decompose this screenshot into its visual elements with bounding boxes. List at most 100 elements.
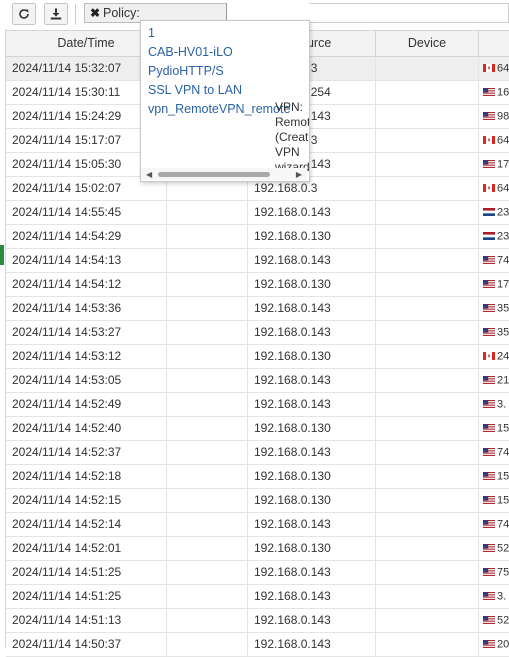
cell-source: 192.168.0.130: [248, 273, 376, 296]
cell-user: [167, 561, 248, 584]
table-row[interactable]: 2024/11/14 14:54:29 192.168.0.130 23: [6, 225, 509, 249]
cell-device: [376, 609, 479, 632]
cell-source: 192.168.0.143: [248, 297, 376, 320]
cell-user: [167, 345, 248, 368]
destination-value: 3.: [497, 398, 507, 411]
cell-device: [376, 153, 479, 176]
table-row[interactable]: 2024/11/14 14:50:37 192.168.0.143 20: [6, 633, 509, 657]
cell-user: [167, 489, 248, 512]
filter-bar-extension[interactable]: [309, 3, 509, 23]
cell-source: 192.168.0.143: [248, 513, 376, 536]
table-row[interactable]: 2024/11/14 14:54:13 192.168.0.143 74: [6, 249, 509, 273]
cell-device: [376, 585, 479, 608]
cell-user: [167, 297, 248, 320]
column-header-device[interactable]: Device: [376, 31, 479, 56]
cell-device: [376, 297, 479, 320]
suggestion-item[interactable]: 1: [148, 26, 155, 40]
cell-device: [376, 129, 479, 152]
destination-value: 23: [497, 230, 509, 243]
destination-value: 23: [497, 206, 509, 219]
column-header-destination[interactable]: [479, 31, 509, 56]
country-flag-icon: [483, 397, 497, 411]
country-flag-icon: [483, 85, 497, 99]
cell-source: 192.168.0.130: [248, 537, 376, 560]
table-row[interactable]: 2024/11/14 14:52:14 192.168.0.143 74: [6, 513, 509, 537]
destination-value: 64: [497, 62, 509, 75]
cell-source: 192.168.0.143: [248, 561, 376, 584]
dropdown-horizontal-scrollbar[interactable]: ◀ ▶: [141, 168, 307, 180]
table-row[interactable]: 2024/11/14 14:52:49 192.168.0.143 3.: [6, 393, 509, 417]
policy-suggestions-dropdown: 1 CAB-HV01-iLO PydioHTTP/S SSL VPN to LA…: [140, 20, 310, 182]
table-row[interactable]: 2024/11/14 14:53:36 192.168.0.143 35: [6, 297, 509, 321]
cell-datetime: 2024/11/14 14:52:01: [6, 537, 167, 560]
country-flag-icon: [483, 589, 497, 603]
suggestion-item[interactable]: PydioHTTP/S: [148, 64, 224, 78]
scroll-left-icon[interactable]: ◀: [146, 170, 152, 179]
destination-value: 52: [497, 542, 509, 555]
table-row[interactable]: 2024/11/14 14:52:15 192.168.0.130 15: [6, 489, 509, 513]
table-row[interactable]: 2024/11/14 14:52:18 192.168.0.130 15: [6, 465, 509, 489]
country-flag-icon: [483, 445, 497, 459]
table-row[interactable]: 2024/11/14 14:53:27 192.168.0.143 35: [6, 321, 509, 345]
cell-destination: 17: [479, 153, 509, 176]
cell-destination: 64: [479, 57, 509, 80]
cell-datetime: 2024/11/14 14:54:29: [6, 225, 167, 248]
cell-user: [167, 225, 248, 248]
table-row[interactable]: 2024/11/14 14:51:25 192.168.0.143 75: [6, 561, 509, 585]
suggestion-item[interactable]: SSL VPN to LAN: [148, 83, 242, 97]
cell-destination: 15: [479, 417, 509, 440]
table-row[interactable]: 2024/11/14 14:52:37 192.168.0.143 74: [6, 441, 509, 465]
side-indicator: [0, 245, 4, 265]
table-row[interactable]: 2024/11/14 14:55:45 192.168.0.143 23: [6, 201, 509, 225]
table-row[interactable]: 2024/11/14 14:54:12 192.168.0.130 17: [6, 273, 509, 297]
cell-source: 192.168.0.143: [248, 321, 376, 344]
refresh-button[interactable]: [12, 3, 36, 25]
cell-datetime: 2024/11/14 14:51:25: [6, 585, 167, 608]
country-flag-icon: [483, 157, 497, 171]
cell-device: [376, 465, 479, 488]
table-row[interactable]: 2024/11/14 14:53:05 192.168.0.143 21: [6, 369, 509, 393]
cell-device: [376, 393, 479, 416]
download-button[interactable]: [44, 3, 68, 25]
country-flag-icon: [483, 349, 497, 363]
cell-datetime: 2024/11/14 14:51:25: [6, 561, 167, 584]
suggestion-item[interactable]: vpn_RemoteVPN_remote: [148, 102, 290, 116]
table-row[interactable]: 2024/11/14 14:51:13 192.168.0.143 52: [6, 609, 509, 633]
cell-device: [376, 201, 479, 224]
country-flag-icon: [483, 109, 497, 123]
cell-user: [167, 537, 248, 560]
table-row[interactable]: 2024/11/14 14:52:01 192.168.0.130 52: [6, 537, 509, 561]
cell-source: 192.168.0.143: [248, 441, 376, 464]
cell-device: [376, 105, 479, 128]
cell-device: [376, 225, 479, 248]
destination-value: 24: [497, 350, 509, 363]
remove-filter-icon[interactable]: ✖: [90, 6, 100, 20]
scrollbar-thumb[interactable]: [158, 172, 270, 177]
destination-value: 17: [497, 278, 509, 291]
cell-datetime: 2024/11/14 14:53:05: [6, 369, 167, 392]
cell-source: 192.168.0.143: [248, 633, 376, 656]
cell-destination: 20: [479, 633, 509, 656]
scroll-right-icon[interactable]: ▶: [296, 170, 302, 179]
table-row[interactable]: 2024/11/14 14:52:40 192.168.0.130 15: [6, 417, 509, 441]
table-row[interactable]: 2024/11/14 14:51:25 192.168.0.143 3.: [6, 585, 509, 609]
destination-value: 64: [497, 134, 509, 147]
cell-device: [376, 537, 479, 560]
cell-device: [376, 513, 479, 536]
cell-source: 192.168.0.143: [248, 249, 376, 272]
cell-destination: 74: [479, 249, 509, 272]
suggestion-item[interactable]: CAB-HV01-iLO: [148, 45, 233, 59]
cell-user: [167, 633, 248, 656]
cell-source: 192.168.0.143: [248, 201, 376, 224]
cell-destination: 15: [479, 489, 509, 512]
table-row[interactable]: 2024/11/14 14:53:12 192.168.0.130 24: [6, 345, 509, 369]
destination-value: 16: [497, 86, 509, 99]
cell-destination: 64: [479, 177, 509, 200]
destination-value: 74: [497, 254, 509, 267]
destination-value: 15: [497, 470, 509, 483]
cell-datetime: 2024/11/14 14:54:12: [6, 273, 167, 296]
cell-user: [167, 393, 248, 416]
cell-user: [167, 273, 248, 296]
filter-label: Policy:: [103, 6, 140, 20]
cell-destination: 17: [479, 273, 509, 296]
